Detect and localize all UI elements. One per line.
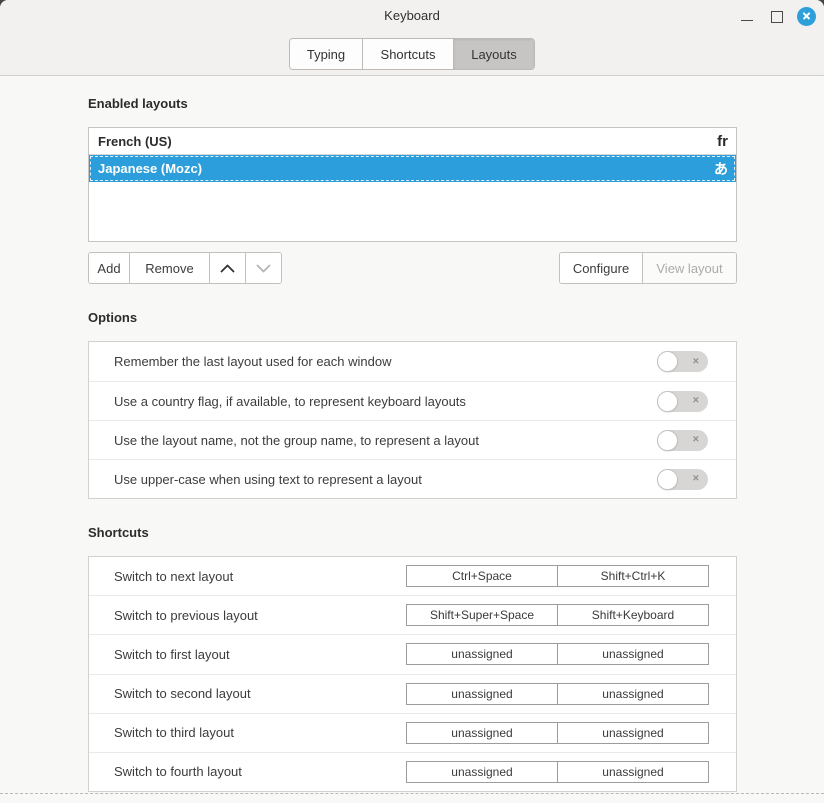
keybinding-cell[interactable]: unassigned: [557, 684, 708, 704]
toggle-knob: [657, 391, 678, 412]
layout-indicator-fr: fr: [717, 133, 728, 150]
keybinding-cell[interactable]: unassigned: [407, 723, 557, 743]
resize-grip-line[interactable]: [0, 793, 824, 794]
keybinding-pair: unassigned unassigned: [406, 683, 709, 705]
layout-name: French (US): [98, 134, 172, 149]
window-header: Keyboard Typing Shortcuts Layouts: [0, 0, 824, 76]
keybinding-cell[interactable]: Shift+Ctrl+K: [557, 566, 708, 586]
toggle-knob: [657, 469, 678, 490]
edit-button-group: Add Remove: [88, 252, 282, 284]
keybinding-cell[interactable]: unassigned: [557, 762, 708, 782]
shortcut-next-layout: Switch to next layout Ctrl+Space Shift+C…: [89, 557, 736, 595]
move-down-button[interactable]: [245, 253, 281, 283]
layout-row-japanese[interactable]: Japanese (Mozc) あ: [89, 155, 736, 182]
chevron-down-icon: [256, 264, 271, 273]
options-panel: Remember the last layout used for each w…: [88, 341, 737, 499]
close-icon[interactable]: [797, 7, 816, 26]
keybinding-cell[interactable]: unassigned: [407, 762, 557, 782]
option-country-flag: Use a country flag, if available, to rep…: [89, 381, 736, 420]
enabled-layouts-list: French (US) fr Japanese (Mozc) あ: [88, 127, 737, 242]
titlebar[interactable]: Keyboard: [0, 0, 824, 32]
keybinding-cell[interactable]: Shift+Keyboard: [557, 605, 708, 625]
layout-indicator-ja: あ: [714, 159, 728, 179]
add-button[interactable]: Add: [89, 253, 129, 283]
configure-button-group: Configure View layout: [559, 252, 737, 284]
option-upper-case: Use upper-case when using text to repres…: [89, 459, 736, 498]
option-label: Remember the last layout used for each w…: [114, 354, 391, 369]
window-controls: [739, 0, 816, 32]
keybinding-cell[interactable]: Ctrl+Space: [407, 566, 557, 586]
option-label: Use upper-case when using text to repres…: [114, 472, 422, 487]
tab-typing[interactable]: Typing: [290, 39, 362, 69]
enabled-layouts-heading: Enabled layouts: [88, 96, 737, 112]
toggle-off-icon: ×: [693, 474, 699, 485]
options-heading: Options: [88, 310, 737, 326]
toggle-remember-last-layout[interactable]: ×: [657, 351, 708, 372]
shortcut-second-layout: Switch to second layout unassigned unass…: [89, 674, 736, 713]
minimize-icon[interactable]: [739, 8, 755, 24]
toggle-off-icon: ×: [693, 356, 699, 367]
shortcut-label: Switch to previous layout: [114, 608, 258, 623]
chevron-up-icon: [220, 264, 235, 273]
move-up-button[interactable]: [209, 253, 245, 283]
toggle-upper-case[interactable]: ×: [657, 469, 708, 490]
option-remember-last-layout: Remember the last layout used for each w…: [89, 342, 736, 381]
keybinding-pair: Shift+Super+Space Shift+Keyboard: [406, 604, 709, 626]
toggle-knob: [657, 351, 678, 372]
shortcut-fourth-layout: Switch to fourth layout unassigned unass…: [89, 752, 736, 791]
tab-layouts[interactable]: Layouts: [453, 39, 534, 69]
layout-row-french[interactable]: French (US) fr: [89, 128, 736, 155]
remove-button[interactable]: Remove: [129, 253, 209, 283]
tab-shortcuts[interactable]: Shortcuts: [362, 39, 453, 69]
shortcut-previous-layout: Switch to previous layout Shift+Super+Sp…: [89, 595, 736, 634]
shortcut-first-layout: Switch to first layout unassigned unassi…: [89, 634, 736, 673]
keybinding-cell[interactable]: unassigned: [557, 723, 708, 743]
shortcut-label: Switch to second layout: [114, 686, 251, 701]
keybinding-pair: Ctrl+Space Shift+Ctrl+K: [406, 565, 709, 587]
shortcut-label: Switch to third layout: [114, 725, 234, 740]
layout-list-buttons: Add Remove Configure View layout: [88, 252, 737, 284]
toggle-off-icon: ×: [693, 396, 699, 407]
shortcuts-heading: Shortcuts: [88, 525, 737, 541]
shortcut-label: Switch to fourth layout: [114, 764, 242, 779]
tab-group: Typing Shortcuts Layouts: [289, 38, 535, 70]
view-layout-button[interactable]: View layout: [642, 253, 736, 283]
window-title: Keyboard: [0, 8, 824, 23]
keybinding-pair: unassigned unassigned: [406, 761, 709, 783]
keybinding-cell[interactable]: unassigned: [407, 684, 557, 704]
shortcut-label: Switch to first layout: [114, 647, 230, 662]
toggle-country-flag[interactable]: ×: [657, 391, 708, 412]
option-label: Use a country flag, if available, to rep…: [114, 394, 466, 409]
configure-button[interactable]: Configure: [560, 253, 642, 283]
keybinding-cell[interactable]: unassigned: [407, 644, 557, 664]
keybinding-cell[interactable]: Shift+Super+Space: [407, 605, 557, 625]
shortcuts-panel: Switch to next layout Ctrl+Space Shift+C…: [88, 556, 737, 792]
toggle-off-icon: ×: [693, 435, 699, 446]
keybinding-pair: unassigned unassigned: [406, 643, 709, 665]
layout-name: Japanese (Mozc): [98, 161, 202, 176]
toggle-knob: [657, 430, 678, 451]
keybinding-cell[interactable]: unassigned: [557, 644, 708, 664]
shortcut-third-layout: Switch to third layout unassigned unassi…: [89, 713, 736, 752]
option-label: Use the layout name, not the group name,…: [114, 433, 479, 448]
shortcut-label: Switch to next layout: [114, 569, 233, 584]
layouts-page: Enabled layouts French (US) fr Japanese …: [0, 96, 824, 792]
option-layout-name: Use the layout name, not the group name,…: [89, 420, 736, 459]
keyboard-settings-window: Keyboard Typing Shortcuts Layouts Enable…: [0, 0, 824, 803]
keybinding-pair: unassigned unassigned: [406, 722, 709, 744]
toggle-layout-name[interactable]: ×: [657, 430, 708, 451]
tab-bar: Typing Shortcuts Layouts: [0, 38, 824, 70]
maximize-icon[interactable]: [768, 8, 784, 24]
